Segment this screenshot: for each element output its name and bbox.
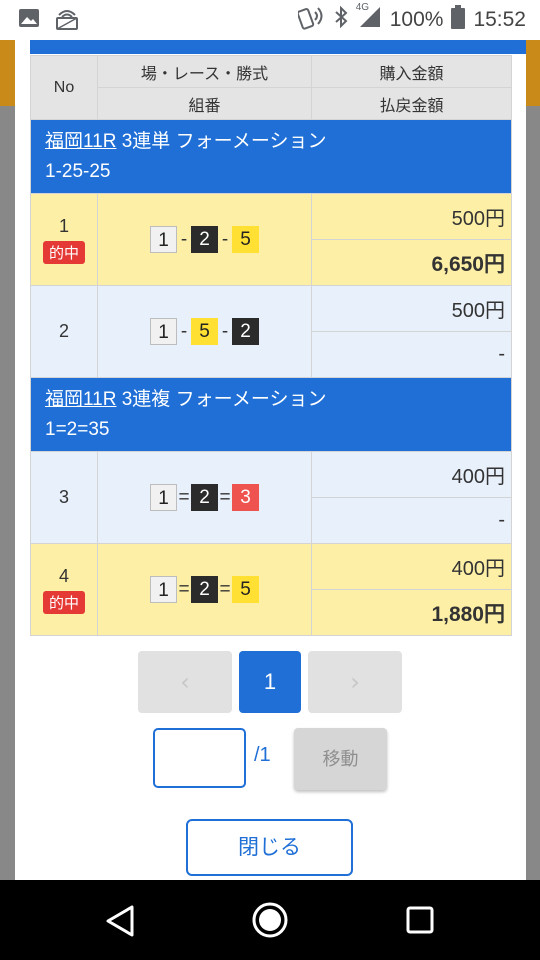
page-number-input[interactable] xyxy=(153,728,246,788)
back-icon[interactable] xyxy=(104,904,136,942)
next-page-button[interactable]: › xyxy=(308,651,402,713)
combination-cell: 1 = 2 = 5 xyxy=(97,543,312,636)
boat-number-chip: 2 xyxy=(232,318,259,345)
payout-amount: 6,650円 xyxy=(311,239,512,286)
race-link[interactable]: 福岡11R xyxy=(45,389,116,410)
payout-amount: 1,880円 xyxy=(311,589,512,636)
signal-icon: 4G xyxy=(356,2,382,34)
payout-amount: - xyxy=(311,331,512,378)
boat-number-chip: 5 xyxy=(191,318,218,345)
prev-page-button[interactable]: ‹ xyxy=(138,651,232,713)
row-number: 2 xyxy=(58,321,69,341)
recent-apps-icon[interactable] xyxy=(406,906,434,938)
purchase-amount: 500円 xyxy=(311,285,512,332)
cast-icon xyxy=(54,6,80,35)
hit-badge: 的中 xyxy=(42,240,85,264)
combination-cell: 1-5-2 xyxy=(97,285,312,378)
table-row: 3 1 = 2 = 3 400円 xyxy=(30,451,512,544)
purchase-amount: 400円 xyxy=(311,543,512,590)
move-button[interactable]: 移動 xyxy=(294,728,387,790)
boat-number-chip: 1 xyxy=(150,318,177,345)
current-page-button[interactable]: 1 xyxy=(239,651,301,713)
combo-separator: = xyxy=(178,486,190,508)
row-number: 3 xyxy=(58,487,69,507)
table-row: 4 的中 1 = 2 = 5 400円 xyxy=(30,543,512,636)
boat-number-chip: 2 xyxy=(191,576,218,603)
combo-separator: - xyxy=(180,228,188,250)
boat-number-chip: 5 xyxy=(232,226,259,253)
combo-separator: = xyxy=(219,578,231,600)
home-icon[interactable] xyxy=(251,901,289,943)
combo-separator: - xyxy=(221,228,229,250)
purchase-amount: 500円 xyxy=(311,193,512,240)
row-number: 1 xyxy=(58,215,69,236)
combo-separator: - xyxy=(180,320,188,342)
bet-type: 3連複 フォーメーション xyxy=(121,388,327,410)
header-combination: 組番 xyxy=(97,87,312,120)
battery-icon xyxy=(451,5,466,35)
boat-number-chip: 5 xyxy=(232,576,259,603)
bluetooth-icon xyxy=(334,5,348,34)
combo-separator: = xyxy=(178,578,190,600)
row-number: 4 xyxy=(58,565,69,586)
race-group-header: 福岡11R 3連複 フォーメーション 1=2=35 xyxy=(30,377,512,452)
gallery-icon xyxy=(18,8,40,33)
boat-number-chip: 3 xyxy=(232,484,259,511)
combo-separator: = xyxy=(219,486,231,508)
header-row-2: 組番 払戻金額 xyxy=(31,87,512,120)
combo-separator: - xyxy=(221,320,229,342)
table-row: 1 的中 1-2-5 500円 xyxy=(30,193,512,286)
header-payout-amount: 払戻金額 xyxy=(311,87,512,120)
table-row: 2 1-5-2 500円 xyxy=(30,285,512,378)
close-button[interactable]: 閉じる xyxy=(186,819,353,876)
battery-percent: 100% xyxy=(389,8,444,31)
race-group-header: 福岡11R 3連単 フォーメーション 1-25-25 xyxy=(30,119,512,194)
formation: 1=2=35 xyxy=(45,418,110,440)
combination-cell: 1-2-5 xyxy=(97,193,312,286)
header-venue-race-bet: 場・レース・勝式 xyxy=(97,55,312,88)
payout-amount: - xyxy=(311,497,512,544)
clock: 15:52 xyxy=(473,8,526,31)
hit-badge: 的中 xyxy=(42,590,85,614)
chevron-right-icon: › xyxy=(350,668,360,696)
page-total: /1 xyxy=(254,744,271,766)
chevron-left-icon: ‹ xyxy=(180,668,190,696)
boat-number-chip: 1 xyxy=(150,226,177,253)
purchase-amount: 400円 xyxy=(311,451,512,498)
boat-number-chip: 1 xyxy=(150,576,177,603)
status-bar: 4G 100% 15:52 xyxy=(0,0,540,40)
race-link[interactable]: 福岡11R xyxy=(45,131,116,152)
header-purchase-amount: 購入金額 xyxy=(311,55,512,88)
network-type-label: 4G xyxy=(355,2,370,13)
combination-cell: 1 = 2 = 3 xyxy=(97,451,312,544)
header-no: No xyxy=(30,55,98,120)
modal-top-bar xyxy=(30,40,526,54)
bet-type: 3連単 フォーメーション xyxy=(121,130,327,152)
background-header-strip xyxy=(0,40,16,106)
formation: 1-25-25 xyxy=(45,160,111,182)
background-header-strip-right xyxy=(524,40,540,106)
boat-number-chip: 1 xyxy=(150,484,177,511)
boat-number-chip: 2 xyxy=(191,484,218,511)
header-row-1: No 場・レース・勝式 購入金額 xyxy=(30,55,512,120)
navigation-bar xyxy=(0,880,540,960)
boat-number-chip: 2 xyxy=(191,226,218,253)
bet-result-table: No 場・レース・勝式 購入金額 組番 払戻金額 福岡11R 3連単 フォーメー… xyxy=(30,55,512,636)
nfc-phone-icon xyxy=(296,4,326,36)
